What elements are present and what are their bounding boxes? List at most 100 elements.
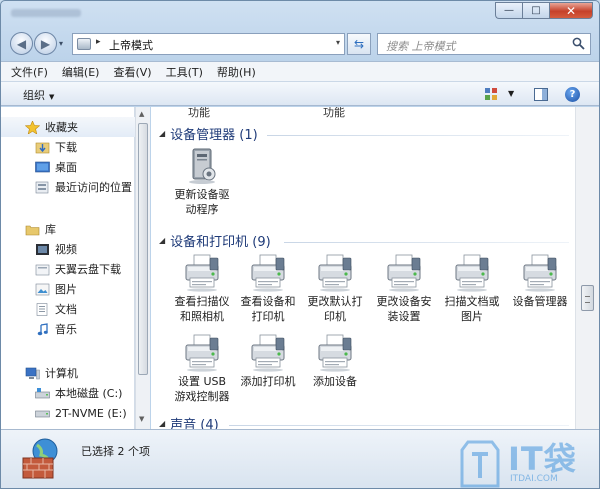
printer-icon: [523, 254, 557, 292]
change-view-icon[interactable]: [485, 88, 498, 100]
nav-cloud-downloads[interactable]: 天翼云盘下载: [1, 259, 135, 279]
tile-label: 设备管理器: [512, 295, 568, 308]
nav-cloud-downloads-label: 天翼云盘下载: [55, 263, 121, 276]
breadcrumb-separator-icon[interactable]: ▸: [96, 37, 101, 47]
cutoff-label-right: 功能: [323, 107, 345, 119]
navigation-scrollbar[interactable]: ▲ ▼: [135, 107, 150, 429]
nav-drive-e[interactable]: 2T-NVME (E:): [1, 403, 135, 423]
title-bar[interactable]: — □ ✕: [1, 1, 599, 27]
file-list: 功能 功能 ◢ 设备管理器 (1) 更新设备驱 动程序 ◢ 设备和打印机 (9): [151, 107, 575, 429]
device-manager-icon: [189, 148, 216, 184]
nav-videos[interactable]: 视频: [1, 239, 135, 259]
tile-update-drivers-label: 更新设备驱 动程序: [174, 188, 230, 216]
nav-libraries[interactable]: 库: [1, 219, 135, 239]
maximize-button[interactable]: □: [522, 2, 549, 19]
address-dropdown-icon[interactable]: ▾: [336, 38, 340, 47]
system-drive-icon: [35, 387, 50, 398]
menu-edit[interactable]: 编辑(E): [62, 64, 100, 80]
printer-icon: [251, 254, 285, 292]
nav-favorites-label: 收藏夹: [45, 121, 78, 134]
tile-label: 设置 USB 游戏控制器: [174, 375, 230, 403]
menu-view[interactable]: 查看(V): [113, 64, 151, 80]
tile-change-device-install-settings[interactable]: 更改设备安 装设置: [370, 254, 438, 324]
nav-local-disk-c-label: 本地磁盘 (C:): [55, 387, 123, 400]
menu-file[interactable]: 文件(F): [11, 64, 48, 80]
nav-documents-label: 文档: [55, 303, 77, 316]
group-header-sound[interactable]: ◢ 声音 (4): [159, 414, 569, 429]
printer-icon: [318, 254, 352, 292]
navigation-pane: 收藏夹 下载 桌面 最近访问的位置 库 视频 天翼云盘下载 图片 文档 音乐 计…: [1, 107, 135, 429]
preview-pane-icon[interactable]: [534, 88, 548, 101]
nav-drive-e-label: 2T-NVME (E:): [55, 406, 127, 420]
tile-view-scanners-cameras[interactable]: 查看扫描仪 和照相机: [168, 254, 236, 324]
pictures-icon: [35, 283, 50, 295]
window-controls: — □ ✕: [495, 2, 593, 19]
tile-add-device[interactable]: 添加设备: [301, 334, 369, 389]
nav-music[interactable]: 音乐: [1, 319, 135, 339]
group-divider: [267, 135, 569, 136]
nav-computer[interactable]: 计算机: [1, 363, 135, 383]
view-options-dropdown-icon[interactable]: ▼: [508, 89, 514, 98]
nav-recent-places-label: 最近访问的位置: [55, 181, 132, 194]
recent-places-icon: [35, 181, 49, 193]
tile-setup-usb-game-controllers[interactable]: 设置 USB 游戏控制器: [168, 334, 236, 404]
printer-icon: [455, 254, 489, 292]
printer-icon: [251, 334, 285, 372]
content-scroll-thumb[interactable]: [581, 285, 594, 311]
tile-change-default-printer[interactable]: 更改默认打 印机: [301, 254, 369, 324]
search-placeholder: 搜索 上帝模式: [386, 40, 456, 53]
tile-add-printer[interactable]: 添加打印机: [234, 334, 302, 389]
group-collapse-icon[interactable]: ◢: [159, 419, 165, 428]
group-title-devices-printers: 设备和打印机 (9): [170, 235, 271, 250]
menu-tools[interactable]: 工具(T): [166, 64, 203, 80]
menu-help[interactable]: 帮助(H): [217, 64, 256, 80]
help-icon[interactable]: ?: [565, 87, 580, 102]
folder-icon: [77, 38, 91, 50]
details-pane: 已选择 2 个项 IT袋 ITDAI.COM: [1, 429, 599, 488]
nav-desktop-label: 桌面: [55, 161, 77, 174]
control-panel-globe-icon: [22, 438, 58, 479]
content-scrollbar[interactable]: [575, 107, 599, 429]
nav-desktop[interactable]: 桌面: [1, 157, 135, 177]
videos-icon: [36, 243, 49, 255]
refresh-button[interactable]: ⇆: [347, 33, 371, 55]
search-icon[interactable]: [572, 37, 585, 50]
nav-scroll-thumb[interactable]: [138, 123, 148, 375]
minimize-button[interactable]: —: [495, 2, 522, 19]
tile-label: 更改默认打 印机: [307, 295, 363, 323]
tile-update-drivers[interactable]: 更新设备驱 动程序: [168, 147, 236, 217]
group-header-device-manager[interactable]: ◢ 设备管理器 (1): [159, 124, 569, 143]
group-title-sound: 声音 (4): [170, 418, 219, 429]
nav-pictures[interactable]: 图片: [1, 279, 135, 299]
address-bar[interactable]: ▸ 上帝模式 ▾: [72, 33, 345, 55]
cutoff-label-left: 功能: [188, 107, 210, 119]
back-button[interactable]: ◀: [10, 32, 33, 55]
nav-recent-places[interactable]: 最近访问的位置: [1, 177, 135, 197]
printer-icon: [318, 334, 352, 372]
nav-scroll-up-icon[interactable]: ▲: [139, 110, 144, 118]
group-collapse-icon[interactable]: ◢: [159, 236, 165, 245]
nav-local-disk-c[interactable]: 本地磁盘 (C:): [1, 383, 135, 403]
nav-favorites[interactable]: 收藏夹: [1, 117, 135, 137]
organize-button[interactable]: 组织 ▼: [23, 87, 54, 103]
organize-dropdown-icon: ▼: [49, 93, 55, 101]
tile-device-manager[interactable]: 设备管理器: [506, 254, 574, 309]
group-header-devices-printers[interactable]: ◢ 设备和打印机 (9): [159, 231, 569, 250]
nav-downloads[interactable]: 下载: [1, 137, 135, 157]
tile-label: 添加设备: [313, 375, 357, 388]
nav-scroll-down-icon[interactable]: ▼: [139, 415, 144, 423]
breadcrumb-current[interactable]: 上帝模式: [109, 37, 153, 53]
group-divider: [229, 425, 569, 426]
tile-scan-document[interactable]: 扫描文档或 图片: [438, 254, 506, 324]
tile-label: 扫描文档或 图片: [444, 295, 500, 323]
printer-icon: [387, 254, 421, 292]
watermark: IT袋 ITDAI.COM: [456, 440, 596, 488]
group-collapse-icon[interactable]: ◢: [159, 129, 165, 138]
forward-button[interactable]: ▶: [34, 32, 57, 55]
tile-view-devices-printers[interactable]: 查看设备和 打印机: [234, 254, 302, 324]
search-box[interactable]: 搜索 上帝模式: [377, 33, 591, 55]
nav-documents[interactable]: 文档: [1, 299, 135, 319]
close-button[interactable]: ✕: [549, 2, 593, 19]
desktop-icon: [35, 161, 50, 172]
recent-pages-dropdown[interactable]: ▾: [59, 39, 63, 48]
